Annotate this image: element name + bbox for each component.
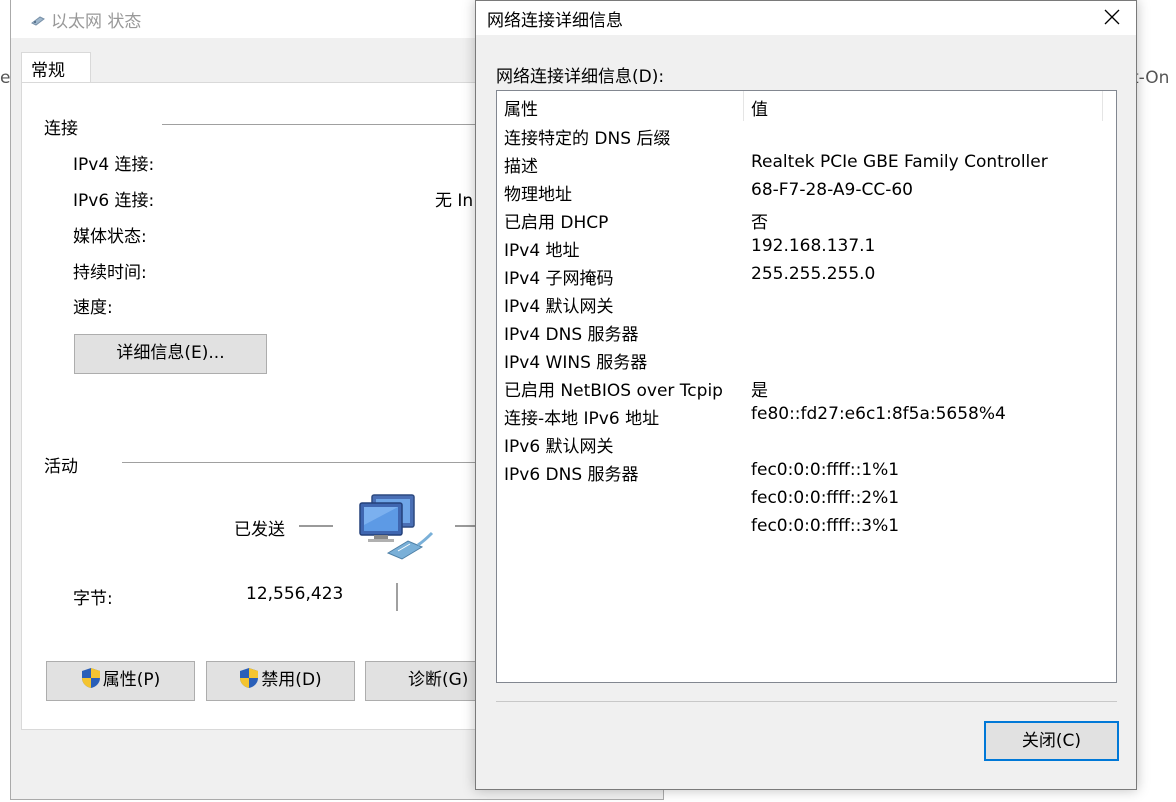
- row-property: IPv4 默认网关: [504, 297, 614, 317]
- row-value: fe80::fd27:e6c1:8f5a:5658%4: [751, 404, 1006, 424]
- column-header-property[interactable]: 属性: [504, 95, 538, 120]
- row-property: 连接特定的 DNS 后缀: [504, 129, 671, 149]
- list-row[interactable]: IPv4 地址 192.168.137.1: [497, 234, 1116, 262]
- status-window-title: 以太网 状态: [51, 12, 142, 32]
- close-button[interactable]: 关闭(C): [984, 721, 1119, 761]
- row-property: IPv4 DNS 服务器: [504, 325, 639, 345]
- row-property: IPv4 WINS 服务器: [504, 353, 648, 373]
- disable-button[interactable]: 禁用(D): [206, 661, 355, 701]
- sent-line: [299, 525, 333, 527]
- row-value: 255.255.255.0: [751, 264, 876, 284]
- row-property: 连接-本地 IPv6 地址: [504, 409, 660, 429]
- list-row[interactable]: 物理地址 68-F7-28-A9-CC-60: [497, 178, 1116, 206]
- list-header: 属性 值: [497, 91, 1116, 121]
- background-text-left: e: [0, 68, 11, 88]
- details-button[interactable]: 详细信息(E)...: [74, 334, 267, 374]
- row-value: 否: [751, 213, 768, 233]
- network-connection-details-dialog: 网络连接详细信息 网络连接详细信息(D): 属性 值 连接特定的 DNS 后缀 …: [475, 0, 1137, 790]
- list-row[interactable]: IPv4 子网掩码 255.255.255.0: [497, 262, 1116, 290]
- dialog-separator: [496, 701, 1117, 702]
- row-property: 已启用 NetBIOS over Tcpip: [504, 381, 723, 401]
- properties-button-label: 属性(P): [102, 670, 161, 690]
- network-activity-icon: [358, 491, 436, 565]
- list-row[interactable]: IPv6 默认网关: [497, 430, 1116, 458]
- disable-button-label: 禁用(D): [261, 670, 322, 690]
- row-property: 描述: [504, 157, 538, 177]
- details-list-label: 网络连接详细信息(D):: [496, 67, 665, 87]
- row-value: 192.168.137.1: [751, 236, 876, 256]
- list-row[interactable]: IPv4 默认网关: [497, 290, 1116, 318]
- uac-shield-icon: [81, 666, 101, 688]
- row-value: fec0:0:0:ffff::3%1: [751, 516, 900, 536]
- list-row[interactable]: IPv4 DNS 服务器: [497, 318, 1116, 346]
- list-row[interactable]: 已启用 NetBIOS over Tcpip 是: [497, 374, 1116, 402]
- row-value: 是: [751, 381, 768, 401]
- row-property: IPv6 默认网关: [504, 437, 614, 457]
- tab-general[interactable]: 常规: [21, 52, 91, 84]
- row-value: fec0:0:0:ffff::1%1: [751, 460, 900, 480]
- duration-label: 持续时间:: [73, 263, 147, 283]
- dialog-titlebar[interactable]: 网络连接详细信息: [476, 1, 1136, 35]
- connection-section-title: 连接: [44, 119, 78, 139]
- ipv6-connectivity-value: 无 In: [435, 191, 474, 211]
- ipv6-connectivity-label: IPv6 连接:: [73, 191, 155, 211]
- row-value: 68-F7-28-A9-CC-60: [751, 180, 913, 200]
- list-row[interactable]: 连接-本地 IPv6 地址 fe80::fd27:e6c1:8f5a:5658%4: [497, 402, 1116, 430]
- background-text-right: t-On: [1132, 68, 1170, 88]
- list-row[interactable]: fec0:0:0:ffff::2%1: [497, 486, 1116, 514]
- row-property: 已启用 DHCP: [504, 213, 609, 233]
- row-property: IPv4 子网掩码: [504, 269, 614, 289]
- row-value: fec0:0:0:ffff::2%1: [751, 488, 900, 508]
- column-header-value[interactable]: 值: [751, 95, 768, 120]
- dialog-title: 网络连接详细信息: [487, 11, 623, 31]
- speed-label: 速度:: [73, 298, 113, 318]
- uac-shield-icon: [239, 666, 259, 688]
- list-row[interactable]: 描述 Realtek PCIe GBE Family Controller: [497, 150, 1116, 178]
- bytes-label: 字节:: [73, 589, 113, 609]
- sent-label: 已发送: [234, 520, 285, 540]
- row-value: Realtek PCIe GBE Family Controller: [751, 152, 1048, 172]
- row-property: IPv6 DNS 服务器: [504, 465, 639, 485]
- media-state-label: 媒体状态:: [73, 227, 147, 247]
- activity-section-title: 活动: [44, 457, 78, 477]
- network-adapter-icon: [31, 12, 45, 26]
- list-row[interactable]: fec0:0:0:ffff::3%1: [497, 514, 1116, 542]
- row-property: 物理地址: [504, 185, 572, 205]
- bytes-sent-value: 12,556,423: [246, 584, 344, 604]
- column-divider[interactable]: [743, 91, 744, 121]
- details-list[interactable]: 属性 值 连接特定的 DNS 后缀 描述 Realtek PCIe GBE Fam…: [496, 90, 1117, 683]
- list-rows: 连接特定的 DNS 后缀 描述 Realtek PCIe GBE Family C…: [497, 122, 1116, 542]
- column-divider: [1102, 91, 1103, 121]
- ipv4-connectivity-label: IPv4 连接:: [73, 155, 155, 175]
- properties-button[interactable]: 属性(P): [46, 661, 195, 701]
- list-row[interactable]: 已启用 DHCP 否: [497, 206, 1116, 234]
- bytes-divider: [396, 583, 398, 611]
- list-row[interactable]: IPv4 WINS 服务器: [497, 346, 1116, 374]
- close-icon[interactable]: [1102, 7, 1122, 27]
- row-property: IPv4 地址: [504, 241, 580, 261]
- list-row[interactable]: 连接特定的 DNS 后缀: [497, 122, 1116, 150]
- list-row[interactable]: IPv6 DNS 服务器 fec0:0:0:ffff::1%1: [497, 458, 1116, 486]
